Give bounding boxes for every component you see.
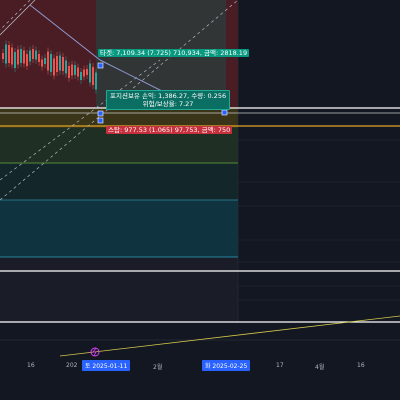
candle [5, 44, 7, 64]
candle [80, 72, 82, 80]
stop-handle[interactable] [97, 117, 104, 124]
candle [77, 67, 79, 77]
candle [17, 49, 19, 65]
candle [44, 58, 46, 64]
candle [26, 54, 28, 66]
candle [74, 65, 76, 75]
candle [53, 58, 55, 76]
candle [92, 67, 94, 85]
teal-band [0, 200, 238, 257]
candle [62, 57, 64, 71]
candle [41, 59, 43, 67]
start-date-badge[interactable]: 토 2025-01-11 [82, 360, 131, 371]
target-label: 타겟: 7,109.34 (7.725) 710,934, 금액: 2818.1… [98, 49, 250, 57]
candle [38, 54, 40, 62]
candle [83, 69, 85, 77]
end-handle[interactable] [221, 109, 228, 116]
candle [29, 50, 31, 62]
candle [14, 52, 16, 68]
candle [56, 56, 58, 72]
candle [89, 63, 91, 83]
stop-label: 스탑: 977.53 (1.065) 97,753, 금액: 750 [106, 126, 233, 134]
x-tick-feb: 2월 [153, 364, 163, 371]
x-tick-2025: 202 [66, 362, 78, 369]
entry-handle[interactable] [97, 110, 104, 117]
dark-band [0, 163, 238, 200]
candle [35, 50, 37, 60]
candle [68, 66, 70, 78]
position-ratio: 위험/보상율: 7.27 [142, 100, 194, 108]
position-label: 포지션보유 손익: 1,386.27, 수량: 0.256 위험/보상율: 7.… [106, 90, 231, 110]
candle [11, 47, 13, 65]
price-chart[interactable] [0, 0, 400, 400]
gray-band [0, 257, 238, 322]
position-pnl: 포지션보유 손익: 1,386.27, 수량: 0.256 [110, 92, 227, 100]
candle [50, 54, 52, 72]
x-tick-16b: 16 [357, 362, 365, 369]
end-date-badge[interactable]: 화 2025-02-25 [202, 360, 251, 371]
candle [59, 55, 61, 71]
candle [65, 60, 67, 74]
candle [86, 69, 88, 75]
candle [8, 45, 10, 63]
target-handle[interactable] [97, 62, 104, 69]
candle [23, 50, 25, 64]
x-tick-apr: 4월 [315, 364, 325, 371]
candle [20, 49, 22, 63]
yellow-band [0, 108, 238, 128]
candle [47, 51, 49, 71]
x-tick-17: 17 [276, 362, 284, 369]
candle [71, 64, 73, 76]
candle [95, 72, 97, 90]
candle [32, 49, 34, 59]
x-tick-16: 16 [27, 362, 35, 369]
candle [2, 53, 4, 59]
